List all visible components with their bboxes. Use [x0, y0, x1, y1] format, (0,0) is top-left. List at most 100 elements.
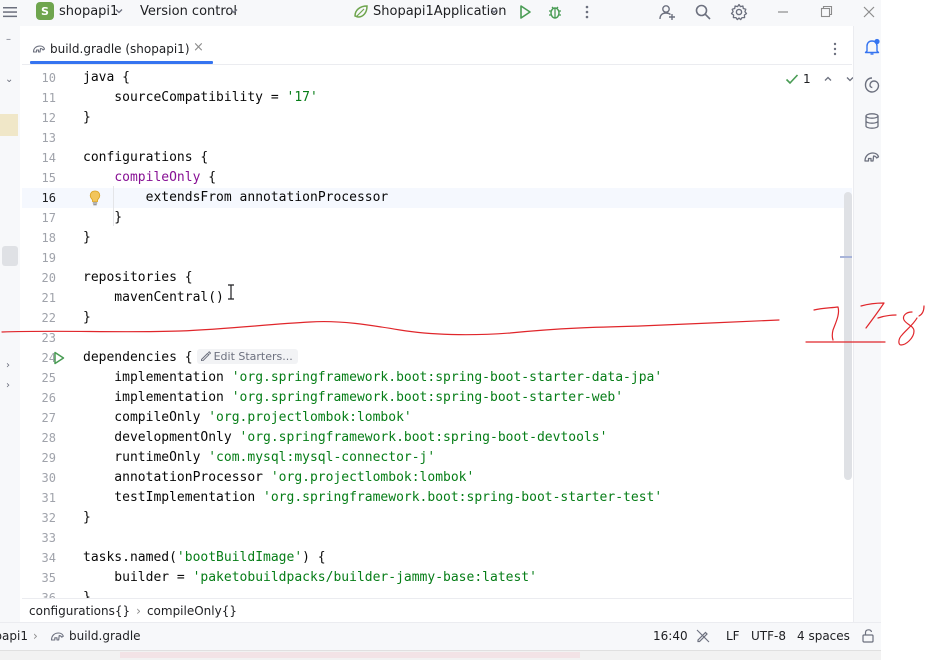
line-number[interactable]: 21 [22, 288, 56, 308]
line-number[interactable]: 16 [22, 188, 56, 208]
line-number[interactable]: 34 [22, 548, 56, 568]
collapse-mark-icon[interactable]: – [6, 34, 11, 45]
project-badge[interactable]: S [36, 2, 54, 20]
code-line[interactable]: repositories { [83, 268, 193, 288]
line-number[interactable]: 22 [22, 308, 56, 328]
project-name[interactable]: shopapi1 [59, 4, 118, 19]
run-configuration[interactable]: Shopapi1Application [373, 4, 506, 19]
chevron-down-icon[interactable]: ⌄ [5, 74, 13, 85]
chevron-down-icon[interactable] [489, 6, 499, 16]
scrollbar-marker[interactable] [840, 256, 852, 258]
project-tree-highlight[interactable] [2, 246, 18, 266]
gradle-icon[interactable] [863, 148, 881, 166]
status-project[interactable]: shopapi1 [0, 629, 28, 643]
code-line[interactable]: runtimeOnly 'com.mysql:mysql-connector-j… [83, 448, 435, 468]
line-number[interactable]: 28 [22, 428, 56, 448]
hamburger-icon[interactable] [2, 4, 18, 20]
line-number[interactable]: 20 [22, 268, 56, 288]
code-line[interactable]: mavenCentral() [83, 288, 224, 308]
file-encoding[interactable]: UTF-8 [751, 629, 786, 643]
code-line[interactable]: sourceCompatibility = '17' [83, 88, 318, 108]
code-line[interactable]: testImplementation 'org.springframework.… [83, 488, 662, 508]
line-number[interactable]: 36 [22, 588, 56, 598]
close-icon[interactable]: × [193, 40, 204, 55]
line-number[interactable]: 24 [22, 348, 56, 368]
more-vertical-icon[interactable] [578, 3, 596, 21]
line-number[interactable]: 11 [22, 88, 56, 108]
ai-assistant-icon[interactable] [863, 76, 881, 94]
chevron-down-icon[interactable] [114, 6, 124, 16]
line-number[interactable]: 32 [22, 508, 56, 528]
add-user-icon[interactable] [658, 3, 676, 21]
run-gutter-icon[interactable] [53, 351, 65, 365]
status-file[interactable]: build.gradle [69, 629, 141, 643]
code-line[interactable]: builder = 'paketobuildpacks/builder-jamm… [83, 568, 537, 588]
code-token: 'org.springframework.boot:spring-boot-st… [231, 390, 624, 405]
code-line[interactable]: compileOnly 'org.projectlombok:lombok' [83, 408, 411, 428]
line-number[interactable]: 19 [22, 248, 56, 268]
lightbulb-icon[interactable] [89, 190, 101, 206]
vcs-widget[interactable]: Version control [140, 4, 237, 19]
code-line[interactable]: configurations { [83, 148, 208, 168]
code-line[interactable]: } [83, 308, 91, 328]
code-line[interactable]: developmentOnly 'org.springframework.boo… [83, 428, 607, 448]
line-number[interactable]: 10 [22, 68, 56, 88]
code-line[interactable]: } [83, 228, 91, 248]
caret-position[interactable]: 16:40 [653, 629, 688, 643]
line-number[interactable]: 25 [22, 368, 56, 388]
line-number[interactable]: 31 [22, 488, 56, 508]
more-vertical-icon[interactable] [827, 40, 843, 58]
chevron-down-icon[interactable] [229, 6, 239, 16]
line-number[interactable]: 26 [22, 388, 56, 408]
gear-icon[interactable] [730, 3, 748, 21]
edit-starters-hint[interactable]: Edit Starters... [196, 349, 298, 364]
close-window-icon[interactable] [860, 3, 878, 21]
code-line[interactable]: extendsFrom annotationProcessor [83, 188, 389, 208]
code-line[interactable]: implementation 'org.springframework.boot… [83, 368, 662, 388]
code-line[interactable]: implementation 'org.springframework.boot… [83, 388, 623, 408]
chevron-right-icon[interactable]: › [6, 360, 10, 371]
line-number[interactable]: 30 [22, 468, 56, 488]
chevron-right-icon[interactable]: › [6, 380, 10, 391]
inspection-widget[interactable]: 1 [785, 71, 855, 87]
vertical-scrollbar-thumb[interactable] [844, 192, 852, 480]
line-number[interactable]: 14 [22, 148, 56, 168]
line-number[interactable]: 15 [22, 168, 56, 188]
code-line[interactable]: } [83, 508, 91, 528]
code-line[interactable]: } [83, 588, 91, 598]
lock-open-icon[interactable] [861, 628, 875, 643]
database-icon[interactable] [863, 112, 881, 130]
breadcrumb-item[interactable]: compileOnly{} [147, 604, 237, 618]
tab-build-gradle[interactable]: build.gradle (shopapi1) × [30, 34, 213, 64]
line-number[interactable]: 23 [22, 328, 56, 348]
code-line[interactable]: } [83, 208, 122, 228]
restore-icon[interactable] [817, 3, 835, 21]
notifications-icon[interactable] [863, 38, 881, 56]
chevron-up-icon[interactable] [823, 74, 833, 84]
code-token: } [83, 230, 91, 245]
search-icon[interactable] [694, 3, 712, 21]
code-line[interactable]: dependencies {Edit Starters... [83, 348, 298, 368]
debug-icon[interactable] [546, 3, 564, 21]
line-number[interactable]: 27 [22, 408, 56, 428]
line-number[interactable]: 35 [22, 568, 56, 588]
project-tree-selection[interactable] [0, 114, 18, 136]
line-separator[interactable]: LF [726, 629, 740, 643]
line-number[interactable]: 17 [22, 208, 56, 228]
line-number[interactable]: 29 [22, 448, 56, 468]
code-line[interactable]: java { [83, 68, 130, 88]
code-editor[interactable]: 10 11 12 13 14 15 16 17 18 19 20 21 22 23 24 25 26 27 28 29… [22, 66, 852, 598]
run-icon[interactable] [516, 3, 534, 21]
breadcrumb-item[interactable]: configurations{} [29, 604, 130, 618]
code-line[interactable]: } [83, 108, 91, 128]
minimize-icon[interactable] [774, 3, 792, 21]
line-number[interactable]: 18 [22, 228, 56, 248]
code-line[interactable]: annotationProcessor 'org.projectlombok:l… [83, 468, 474, 488]
indent-settings[interactable]: 4 spaces [797, 629, 850, 643]
line-number[interactable]: 12 [22, 108, 56, 128]
line-number[interactable]: 33 [22, 528, 56, 548]
code-line[interactable]: tasks.named('bootBuildImage') { [83, 548, 326, 568]
line-number[interactable]: 13 [22, 128, 56, 148]
read-only-toggle-icon[interactable] [696, 629, 710, 643]
code-line[interactable]: compileOnly { [83, 168, 216, 188]
